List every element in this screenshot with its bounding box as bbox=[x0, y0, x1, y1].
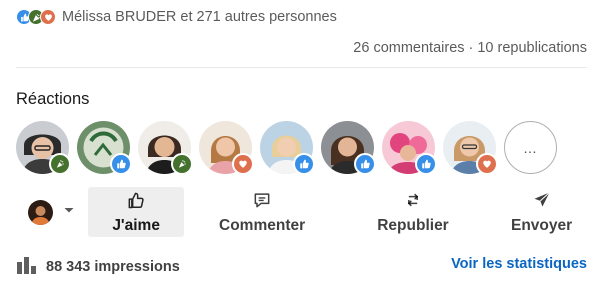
reaction-icons bbox=[16, 9, 56, 25]
love-icon bbox=[476, 153, 498, 175]
reactor-avatar[interactable] bbox=[260, 121, 315, 175]
view-statistics-link[interactable]: Voir les statistiques bbox=[451, 256, 587, 272]
like-icon bbox=[293, 153, 315, 175]
like-icon bbox=[110, 153, 132, 175]
celebrate-icon bbox=[49, 153, 71, 175]
bar-chart-icon bbox=[16, 256, 38, 278]
author-avatar bbox=[28, 199, 54, 225]
reactions-title: Réactions bbox=[16, 90, 90, 108]
celebrate-icon bbox=[171, 153, 193, 175]
thumbs-up-icon bbox=[126, 190, 146, 215]
reactor-avatars: … bbox=[16, 121, 557, 175]
love-icon bbox=[232, 153, 254, 175]
action-bar: J'aime Commenter Republier Envoyer bbox=[16, 187, 587, 237]
reactor-avatar[interactable] bbox=[199, 121, 254, 175]
send-button[interactable]: Envoyer bbox=[496, 187, 587, 237]
comment-label: Commenter bbox=[219, 216, 306, 234]
reactions-summary[interactable]: Mélissa BRUDER et 271 autres personnes bbox=[16, 6, 337, 28]
reactions-summary-text[interactable]: Mélissa BRUDER et 271 autres personnes bbox=[62, 9, 337, 25]
reactor-avatar[interactable] bbox=[382, 121, 437, 175]
impressions-count: 88 343 impressions bbox=[46, 259, 180, 275]
comments-count[interactable]: 26 commentaires bbox=[353, 40, 464, 56]
reactor-avatar[interactable] bbox=[443, 121, 498, 175]
reposts-count[interactable]: 10 republications bbox=[477, 40, 587, 56]
send-icon bbox=[532, 190, 552, 215]
impressions: 88 343 impressions bbox=[16, 256, 180, 278]
love-icon bbox=[40, 9, 56, 25]
chevron-down-icon bbox=[63, 203, 75, 221]
send-label: Envoyer bbox=[510, 216, 573, 234]
reactor-avatar[interactable] bbox=[77, 121, 132, 175]
like-button[interactable]: J'aime bbox=[87, 187, 185, 237]
like-icon bbox=[354, 153, 376, 175]
separator: · bbox=[468, 40, 474, 56]
reactor-avatar[interactable] bbox=[138, 121, 193, 175]
divider bbox=[16, 67, 587, 68]
like-label: J'aime bbox=[112, 216, 160, 234]
more-reactions-button[interactable]: … bbox=[504, 121, 557, 174]
repost-button[interactable]: Republier bbox=[364, 187, 462, 237]
repost-label: Republier bbox=[377, 216, 449, 234]
author-switcher[interactable] bbox=[16, 187, 88, 237]
reactor-avatar[interactable] bbox=[321, 121, 376, 175]
engagement-counts: 26 commentaires · 10 republications bbox=[353, 40, 587, 56]
comment-button[interactable]: Commenter bbox=[204, 187, 319, 237]
like-icon bbox=[415, 153, 437, 175]
repost-icon bbox=[403, 190, 423, 215]
reactor-avatar[interactable] bbox=[16, 121, 71, 175]
comment-icon bbox=[252, 190, 272, 215]
